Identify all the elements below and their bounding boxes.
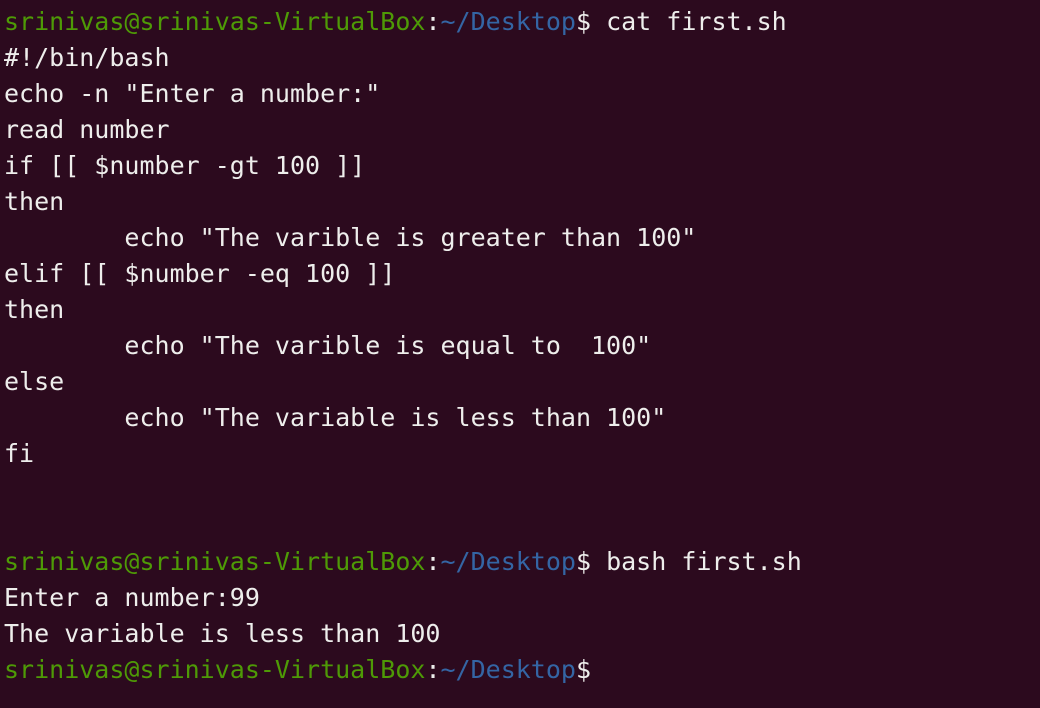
prompt-path: ~/Desktop [440,547,576,576]
terminal-output-text: The variable is less than 100 [4,619,441,648]
terminal-output-line: echo "The varible is greater than 100" [4,220,1036,256]
terminal-output-line: echo "The variable is less than 100" [4,400,1036,436]
terminal-output-line: echo "The varible is equal to 100" [4,328,1036,364]
prompt-user-host: srinivas@srinivas-VirtualBox [4,655,426,684]
terminal-output-text: elif [[ $number -eq 100 ]] [4,259,396,288]
terminal-output-text: echo "The varible is equal to 100" [4,331,652,360]
terminal-output-text: then [4,187,65,216]
terminal-prompt-line: srinivas@srinivas-VirtualBox:~/Desktop$ … [4,4,1036,40]
terminal-output-text: if [[ $number -gt 100 ]] [4,151,366,180]
terminal-output-text: fi [4,439,35,468]
prompt-separator: : [425,655,441,684]
prompt-symbol: $ [575,547,592,576]
terminal-output-line: read number [4,112,1036,148]
terminal-output-text: read number [4,115,170,144]
terminal-output-line: fi [4,436,1036,472]
prompt-symbol: $ [575,655,592,684]
terminal-output-line: #!/bin/bash [4,40,1036,76]
terminal-output-line: elif [[ $number -eq 100 ]] [4,256,1036,292]
terminal-output-line: else [4,364,1036,400]
terminal-prompt-line: srinivas@srinivas-VirtualBox:~/Desktop$ … [4,544,1036,580]
prompt-symbol: $ [575,7,592,36]
terminal-output-text: echo -n "Enter a number:" [4,79,381,108]
terminal-screen[interactable]: srinivas@srinivas-VirtualBox:~/Desktop$ … [4,4,1036,688]
prompt-user-host: srinivas@srinivas-VirtualBox [4,547,426,576]
terminal-output-text: #!/bin/bash [4,43,170,72]
terminal-output-text: echo "The varible is greater than 100" [4,223,697,252]
terminal-output-line: then [4,184,1036,220]
prompt-separator: : [425,7,441,36]
terminal-command[interactable]: cat first.sh [591,7,787,36]
prompt-user-host: srinivas@srinivas-VirtualBox [4,7,426,36]
terminal-command[interactable]: bash first.sh [591,547,802,576]
prompt-separator: : [425,547,441,576]
terminal-output-line: Enter a number:99 [4,580,1036,616]
terminal-output-text: then [4,295,65,324]
terminal-window[interactable]: srinivas@srinivas-VirtualBox:~/Desktop$ … [0,0,1040,708]
terminal-output-line: if [[ $number -gt 100 ]] [4,148,1036,184]
terminal-output-text: else [4,367,65,396]
prompt-path: ~/Desktop [440,655,576,684]
terminal-output-line: The variable is less than 100 [4,616,1036,652]
terminal-output-line: then [4,292,1036,328]
terminal-output-line: echo -n "Enter a number:" [4,76,1036,112]
terminal-output-text: echo "The variable is less than 100" [4,403,667,432]
prompt-path: ~/Desktop [440,7,576,36]
terminal-prompt-line: srinivas@srinivas-VirtualBox:~/Desktop$ [4,652,1036,688]
terminal-output-text: Enter a number:99 [4,583,260,612]
